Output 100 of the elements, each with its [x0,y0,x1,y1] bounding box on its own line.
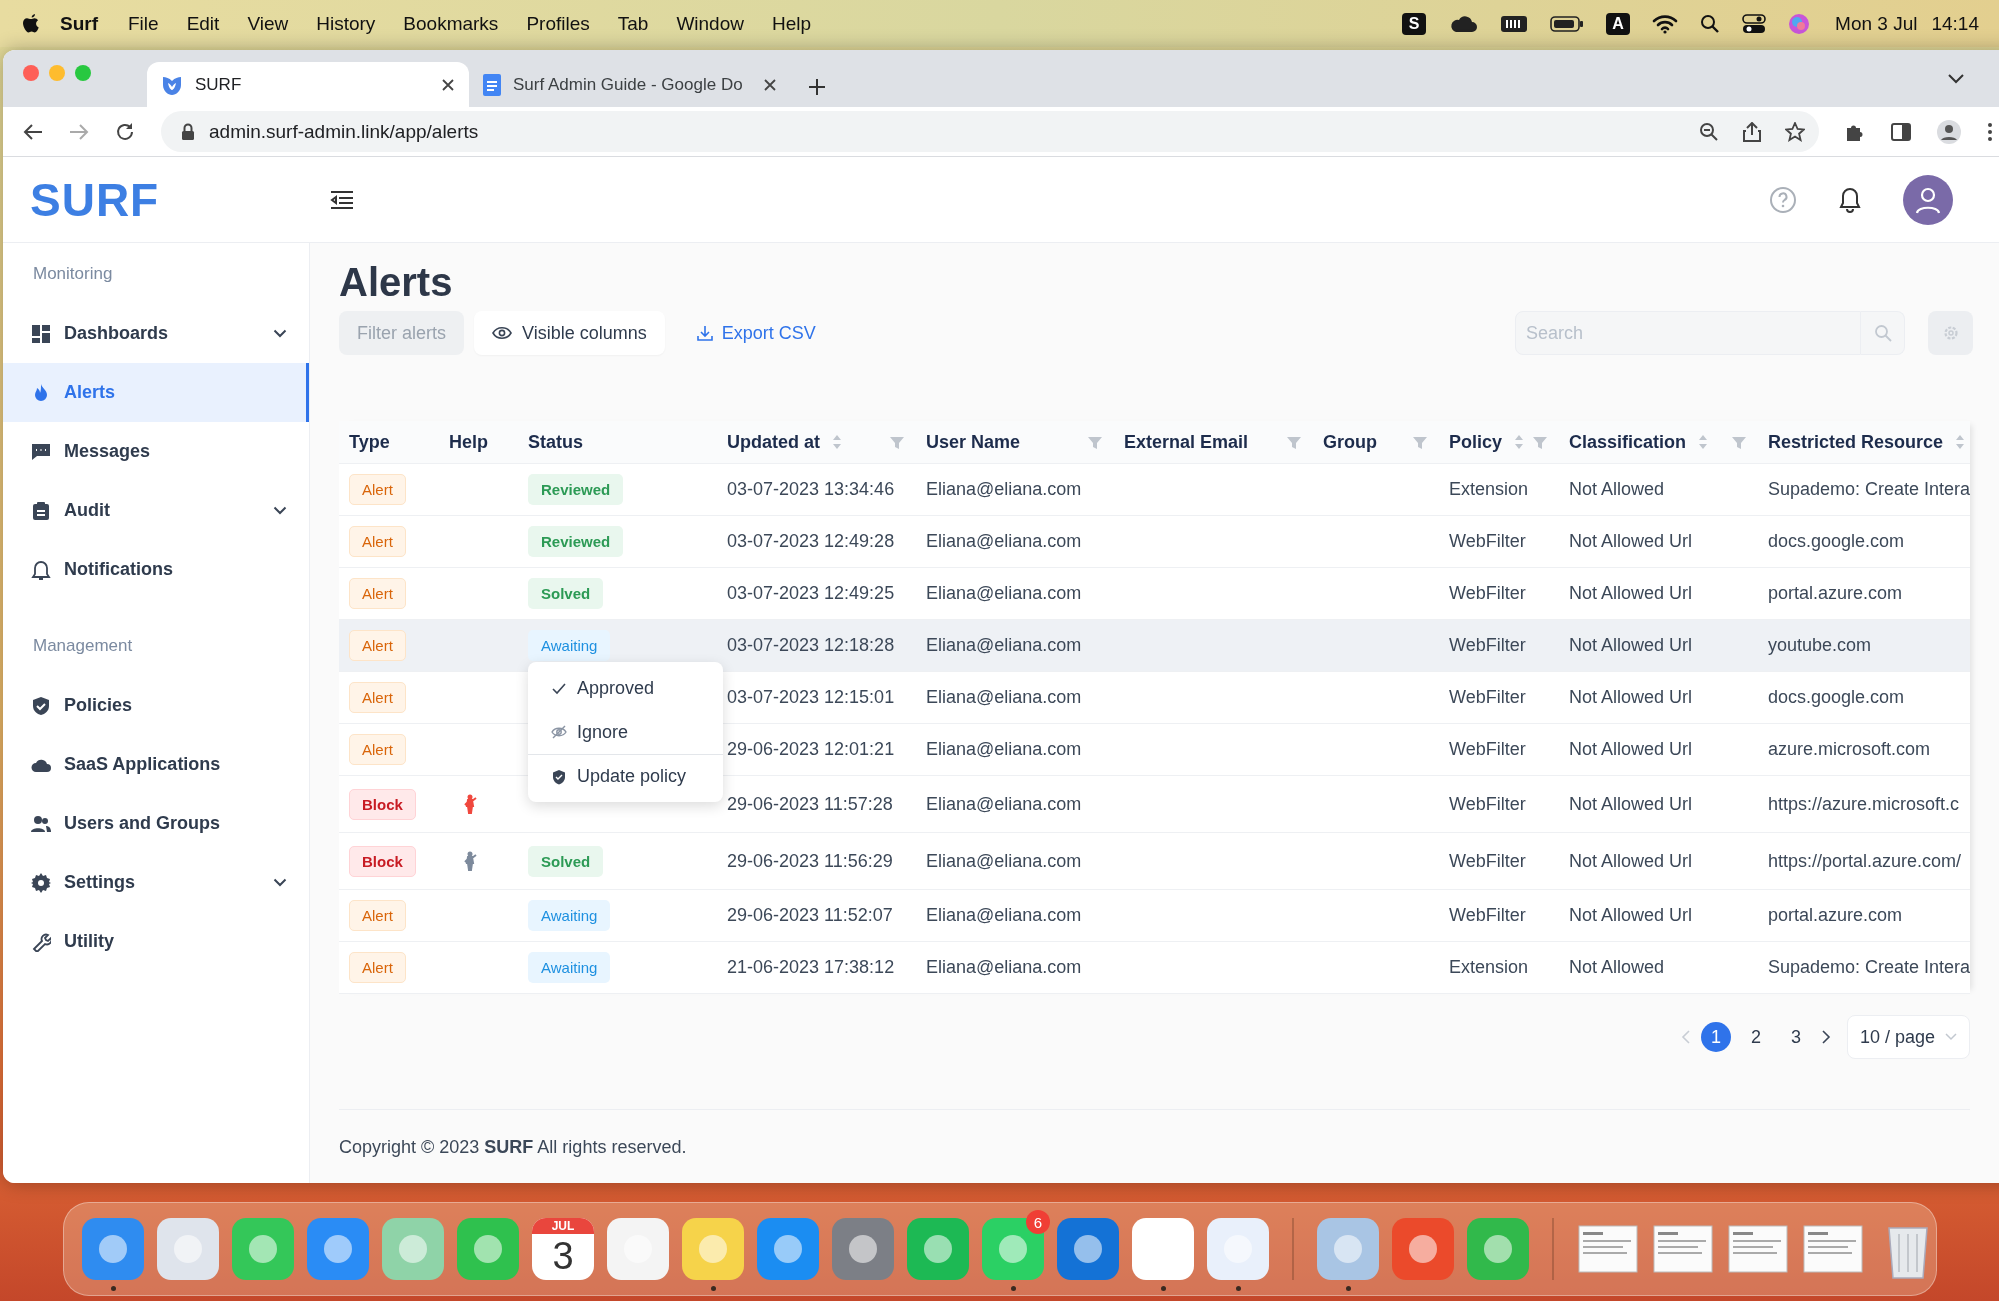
column-header[interactable]: External Email [1114,431,1313,453]
address-bar[interactable]: admin.surf-admin.link/app/alerts [161,111,1819,152]
table-row[interactable]: Alert Reviewed 03-07-2023 13:34:46 Eliana@eliana.com Extension Not Allowed Supademo: Create Intera [339,464,1970,516]
sidebar-item[interactable]: Alerts [3,363,309,422]
back-icon[interactable] [23,122,43,141]
star-icon[interactable] [1785,121,1805,142]
column-header[interactable]: Type [339,431,439,453]
page-button[interactable]: 1 [1700,1022,1731,1052]
page-button[interactable]: 2 [1740,1022,1771,1052]
sort-icon[interactable] [1698,435,1709,449]
browser-tab[interactable]: SURF [147,62,469,107]
menu-item[interactable]: Help [757,12,826,35]
sidebar-item[interactable]: Notifications [3,540,309,599]
sort-icon[interactable] [832,435,842,449]
app-icon[interactable] [232,1218,294,1280]
menu-item[interactable]: Bookmarks [389,12,513,35]
table-row[interactable]: Alert Awaiting 29-06-2023 11:52:07 Eliana@eliana.com WebFilter Not Allowed Url portal.azure.com [339,890,1970,942]
app-icon[interactable] [982,1218,1044,1280]
person-icon[interactable] [463,794,477,814]
app-icon[interactable] [1207,1218,1269,1280]
sidebar-item[interactable]: Messages [3,422,309,481]
status-icon[interactable]: S [1402,12,1427,35]
close-icon[interactable] [441,77,455,92]
column-header[interactable]: Help [439,431,518,453]
search-field[interactable]: Search [1515,311,1861,355]
column-header[interactable]: User Name [916,431,1114,453]
menu-item[interactable]: Tab [603,12,663,35]
column-header[interactable]: Policy [1439,431,1559,453]
browser-tab[interactable]: Surf Admin Guide - Google Do [469,62,791,107]
menu-bar-time[interactable]: 14:14 [1931,12,1979,35]
app-icon[interactable] [607,1218,669,1280]
sidebar-item[interactable]: Utility [3,912,309,971]
column-header[interactable]: Restricted Resource [1758,431,1970,453]
sidebar-item[interactable]: Policies [3,676,309,735]
filter-icon[interactable] [1088,435,1102,449]
filter-icon[interactable] [1533,435,1547,449]
battery-icon[interactable] [1550,14,1585,33]
more-icon[interactable] [1987,121,1993,142]
control-center-icon[interactable] [1742,13,1767,34]
filter-icon[interactable] [1287,435,1301,449]
menu-item[interactable]: Profiles [512,12,604,35]
chevron-down-icon[interactable] [273,506,287,515]
table-row[interactable]: Alert Awaiting 03-07-2023 12:18:28 Eliana@eliana.com WebFilter Not Allowed Url youtube.com [339,620,1970,672]
visible-columns-button[interactable]: Visible columns [474,311,665,355]
menu-fold-icon[interactable] [330,189,354,210]
sort-icon[interactable] [1955,435,1966,449]
table-row[interactable]: Alert Solved 03-07-2023 12:49:25 Eliana@eliana.com WebFilter Not Allowed Url portal.azure.com [339,568,1970,620]
filter-icon[interactable] [890,435,904,449]
menu-item[interactable]: Update policy [528,754,723,798]
app-icon[interactable] [157,1218,219,1280]
page-size-select[interactable]: 10 / page [1846,1015,1970,1059]
cloud-icon[interactable] [1448,13,1479,34]
app-icon[interactable] [1057,1218,1119,1280]
menu-item[interactable]: View [233,12,303,35]
meter-icon[interactable] [1500,13,1529,34]
calendar-icon[interactable]: JUL 3 [532,1218,594,1280]
zoom-out-icon[interactable] [1699,121,1719,142]
menu-item[interactable]: File [114,12,173,35]
next-page-icon[interactable] [1820,1030,1831,1044]
app-icon[interactable] [457,1218,519,1280]
app-icon[interactable] [832,1218,894,1280]
apple-icon[interactable] [22,12,40,35]
close-icon[interactable] [763,77,777,92]
chevron-down-icon[interactable] [1947,72,1965,85]
reload-icon[interactable] [115,121,135,142]
siri-icon[interactable] [1788,12,1811,35]
app-icon[interactable] [682,1218,744,1280]
chevron-down-icon[interactable] [273,329,287,338]
app-icon[interactable] [1392,1218,1454,1280]
wifi-icon[interactable] [1652,13,1679,34]
export-csv-link[interactable]: Export CSV [696,322,816,344]
app-icon[interactable] [307,1218,369,1280]
menu-bar-date[interactable]: Mon 3 Jul [1835,12,1918,35]
app-icon[interactable] [757,1218,819,1280]
share-icon[interactable] [1743,121,1761,142]
sort-icon[interactable] [1514,435,1525,449]
filter-icon[interactable] [1732,435,1746,449]
menu-item[interactable]: Edit [172,12,234,35]
person-icon[interactable] [463,851,477,871]
page-button[interactable]: 3 [1780,1022,1811,1052]
app-icon[interactable] [907,1218,969,1280]
search-icon[interactable] [1700,13,1721,34]
table-row[interactable]: Alert Reviewed 03-07-2023 12:49:28 Eliana@eliana.com WebFilter Not Allowed Url docs.google.com [339,516,1970,568]
avatar[interactable] [1903,174,1953,225]
menu-item[interactable]: Window [662,12,758,35]
sidebar-item[interactable]: Users and Groups [3,794,309,853]
zoom-window-button[interactable] [75,64,91,81]
sidebar-item[interactable]: Dashboards [3,304,309,363]
app-menu[interactable]: Surf [40,12,114,35]
side-panel-icon[interactable] [1891,122,1911,141]
menu-item[interactable]: History [302,12,390,35]
sidebar-item[interactable]: Settings [3,853,309,912]
app-icon[interactable] [382,1218,444,1280]
sidebar-item[interactable]: SaaS Applications [3,735,309,794]
table-row[interactable]: Alert Awaiting 21-06-2023 17:38:12 Eliana@eliana.com Extension Not Allowed Supademo: Create Intera [339,942,1970,994]
app-icon[interactable] [82,1218,144,1280]
app-icon[interactable] [1317,1218,1379,1280]
sidebar-item[interactable]: Audit [3,481,309,540]
column-header[interactable]: Updated at [717,431,916,453]
app-icon[interactable] [1467,1218,1529,1280]
